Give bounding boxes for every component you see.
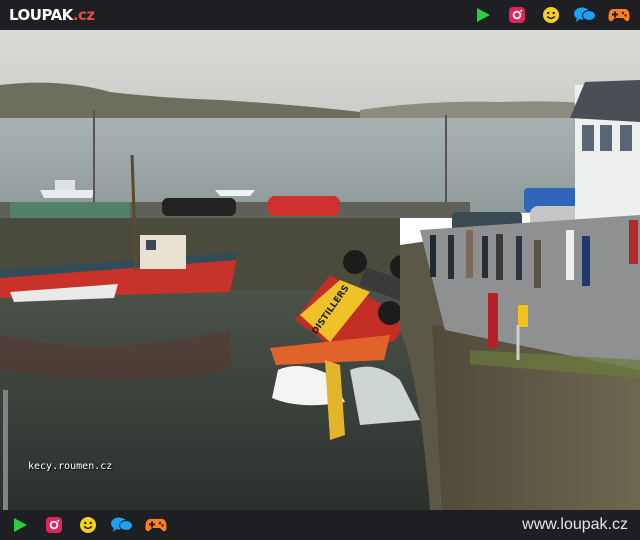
building bbox=[570, 80, 640, 225]
site-logo[interactable]: LOUPAK.cz bbox=[9, 5, 95, 25]
gamepad-icon[interactable] bbox=[608, 4, 630, 26]
site-url-link[interactable]: www.loupak.cz bbox=[522, 516, 628, 534]
chat-icon[interactable] bbox=[111, 514, 133, 536]
top-icon-group bbox=[472, 0, 630, 30]
bottom-icon-group bbox=[9, 510, 167, 540]
gamepad-icon[interactable] bbox=[145, 514, 167, 536]
play-icon[interactable] bbox=[472, 4, 494, 26]
chat-icon[interactable] bbox=[574, 4, 596, 26]
top-bar: LOUPAK.cz bbox=[0, 0, 640, 30]
smiley-icon[interactable] bbox=[540, 4, 562, 26]
logo-text: LOUPAK bbox=[9, 6, 73, 24]
play-icon[interactable] bbox=[9, 514, 31, 536]
instagram-icon[interactable] bbox=[43, 514, 65, 536]
photo-watermark: kecy.roumen.cz bbox=[28, 461, 113, 472]
bottom-bar: www.loupak.cz bbox=[0, 510, 640, 540]
logo-tld: .cz bbox=[72, 6, 95, 24]
photo-harbour-accident: DISTILLERS bbox=[0, 30, 640, 510]
instagram-icon[interactable] bbox=[506, 4, 528, 26]
smiley-icon[interactable] bbox=[77, 514, 99, 536]
yellow-bollard bbox=[518, 305, 528, 327]
